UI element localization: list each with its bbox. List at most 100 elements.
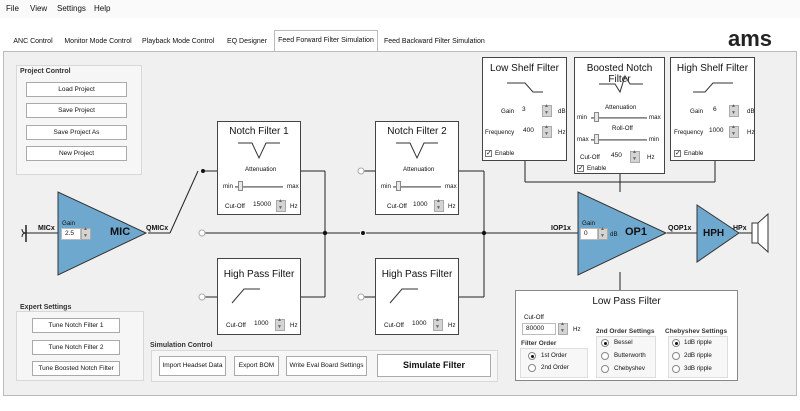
high-shelf-gain-input[interactable]: 6 <box>710 105 726 117</box>
boosted-notch-cutoff-label: Cut-Off <box>580 154 600 161</box>
tune-boosted-notch-button[interactable]: Tune Boosted Notch Filter <box>32 361 120 376</box>
boosted-notch-min-label: min <box>577 114 587 121</box>
write-eval-board-button[interactable]: Write Eval Board Settings <box>286 356 367 376</box>
notch-1-slider-thumb[interactable] <box>238 181 243 191</box>
hph-out-label: HPx <box>733 225 747 232</box>
new-project-button[interactable]: New Project <box>26 146 127 161</box>
high-pass-1-unit: Hz <box>290 322 298 329</box>
notch-2-cutoff-label: Cut-Off <box>387 203 407 210</box>
high-shelf-frequency-input[interactable]: 1000 <box>706 126 726 138</box>
boosted-notch-enable-checkbox[interactable]: ✓ <box>577 165 584 172</box>
notch-1-min-label: min <box>223 183 233 190</box>
op1-gain-unit: dB <box>610 231 618 238</box>
boosted-notch-rolloff-max-label: max <box>577 136 589 143</box>
high-shelf-gain-spinner[interactable] <box>729 103 739 117</box>
ripple-1db-radio[interactable] <box>672 339 680 347</box>
ripple-2db-label: 2dB ripple <box>684 352 712 359</box>
low-shelf-gain-input[interactable]: 3 <box>519 105 537 117</box>
mic-gain-label: Gain <box>62 220 76 227</box>
export-bom-button[interactable]: Export BOM <box>234 356 279 376</box>
low-pass-unit: Hz <box>573 326 581 333</box>
notch-1-cutoff-label: Cut-Off <box>225 203 245 210</box>
notch-1-attenuation-label: Attenuation <box>245 166 277 173</box>
low-pass-title: Low Pass Filter <box>592 296 661 307</box>
high-pass-filter-2-block: High Pass Filter Cut-Off 1000 Hz <box>375 258 459 335</box>
op1-in-label: IOP1x <box>551 225 571 232</box>
mic-gain-spinner[interactable] <box>81 226 91 240</box>
low-shelf-gain-unit: dB <box>558 108 566 115</box>
low-pass-filter-block: Low Pass Filter Cut-Off 80000 Hz Filter … <box>515 290 738 381</box>
boosted-notch-cutoff-input[interactable]: 450 <box>608 151 626 163</box>
butterworth-radio[interactable] <box>601 352 609 360</box>
op1-gain-label: Gain <box>582 220 596 227</box>
low-shelf-frequency-input[interactable]: 400 <box>520 126 538 138</box>
low-pass-cutoff-input[interactable]: 80000 <box>522 323 556 335</box>
notch-2-slider-thumb[interactable] <box>396 181 401 191</box>
mic-gain-input[interactable]: 2.5 <box>61 228 81 240</box>
op1-gain-input[interactable]: 0 <box>580 228 598 240</box>
boosted-notch-attenuation-thumb[interactable] <box>594 112 599 122</box>
boosted-notch-rolloff-slider[interactable] <box>591 139 647 141</box>
high-shelf-enable-label: Enable <box>684 150 704 157</box>
notch-2-cutoff-input[interactable]: 1000 <box>410 200 432 212</box>
boosted-notch-cutoff-spinner[interactable] <box>630 149 640 163</box>
ripple-1db-label: 1dB ripple <box>684 339 712 346</box>
low-shelf-filter-block: Low Shelf Filter Gain 3 dB Frequency 400… <box>482 57 567 161</box>
low-shelf-gain-spinner[interactable] <box>542 103 552 117</box>
low-shelf-frequency-unit: Hz <box>558 129 566 136</box>
notch-1-cutoff-spinner[interactable] <box>276 198 286 212</box>
notch-1-cutoff-input[interactable]: 15000 <box>250 200 275 212</box>
simulate-filter-button[interactable]: Simulate Filter <box>377 354 491 377</box>
high-shelf-gain-unit: dB <box>747 108 755 115</box>
tune-notch-2-button[interactable]: Tune Notch Filter 2 <box>32 340 120 355</box>
ripple-3db-label: 3dB ripple <box>684 365 712 372</box>
ripple-2db-radio[interactable] <box>672 352 680 360</box>
tune-notch-1-button[interactable]: Tune Notch Filter 1 <box>32 318 120 333</box>
notch-2-unit: Hz <box>448 203 456 210</box>
project-control-title: Project Control <box>20 68 71 75</box>
load-project-button[interactable]: Load Project <box>26 82 127 97</box>
low-shelf-gain-label: Gain <box>501 108 515 115</box>
import-headset-data-button[interactable]: Import Headset Data <box>159 356 226 376</box>
save-project-button[interactable]: Save Project <box>26 103 127 118</box>
high-pass-2-unit: Hz <box>448 322 456 329</box>
high-shelf-frequency-label: Frequency <box>674 129 704 136</box>
save-project-as-button[interactable]: Save Project As <box>26 125 127 140</box>
low-shelf-frequency-spinner[interactable] <box>542 124 552 138</box>
bessel-radio[interactable] <box>601 339 609 347</box>
simulation-control-title: Simulation Control <box>150 342 213 349</box>
high-pass-1-cutoff-spinner[interactable] <box>275 317 285 331</box>
high-pass-1-cutoff-input[interactable]: 1000 <box>251 319 273 331</box>
notch-2-max-label: max <box>445 183 457 190</box>
low-shelf-frequency-label: Frequency <box>485 129 515 136</box>
high-pass-2-cutoff-input[interactable]: 1000 <box>409 319 431 331</box>
ripple-3db-radio[interactable] <box>672 365 680 373</box>
mic-out-label: QMICx <box>146 225 169 232</box>
op1-gain-spinner[interactable] <box>598 226 608 240</box>
notch-filter-1-block: Notch Filter 1 Attenuation min max Cut-O… <box>217 121 301 215</box>
high-shelf-enable-checkbox[interactable]: ✓ <box>674 150 681 157</box>
high-pass-1-cutoff-label: Cut-Off <box>226 322 246 329</box>
high-pass-2-cutoff-label: Cut-Off <box>384 322 404 329</box>
high-pass-2-cutoff-spinner[interactable] <box>433 317 443 331</box>
high-shelf-frequency-unit: Hz <box>747 129 755 136</box>
boosted-notch-rolloff-thumb[interactable] <box>594 134 599 144</box>
bessel-label: Bessel <box>614 339 633 346</box>
high-shelf-frequency-spinner[interactable] <box>729 124 739 138</box>
low-shelf-enable-checkbox[interactable]: ✓ <box>485 150 492 157</box>
first-order-label: 1st Order <box>541 352 567 359</box>
chebyshev-label: Chebyshev <box>614 365 645 372</box>
first-order-radio[interactable] <box>528 352 536 360</box>
low-pass-cutoff-spinner[interactable] <box>558 321 568 335</box>
mic-amp-label: MIC <box>110 226 131 238</box>
boosted-notch-filter-block: Boosted Notch Filter Attenuation min max… <box>574 57 665 174</box>
second-order-label: 2nd Order <box>541 364 569 371</box>
notch-2-cutoff-spinner[interactable] <box>434 198 444 212</box>
chebyshev-radio[interactable] <box>601 365 609 373</box>
boosted-notch-attenuation-slider[interactable] <box>591 117 647 119</box>
second-order-radio[interactable] <box>528 364 536 372</box>
boosted-notch-unit: Hz <box>647 154 655 161</box>
high-shelf-gain-label: Gain <box>690 108 704 115</box>
butterworth-label: Butterworth <box>614 352 646 359</box>
boosted-notch-enable-label: Enable <box>587 165 607 172</box>
